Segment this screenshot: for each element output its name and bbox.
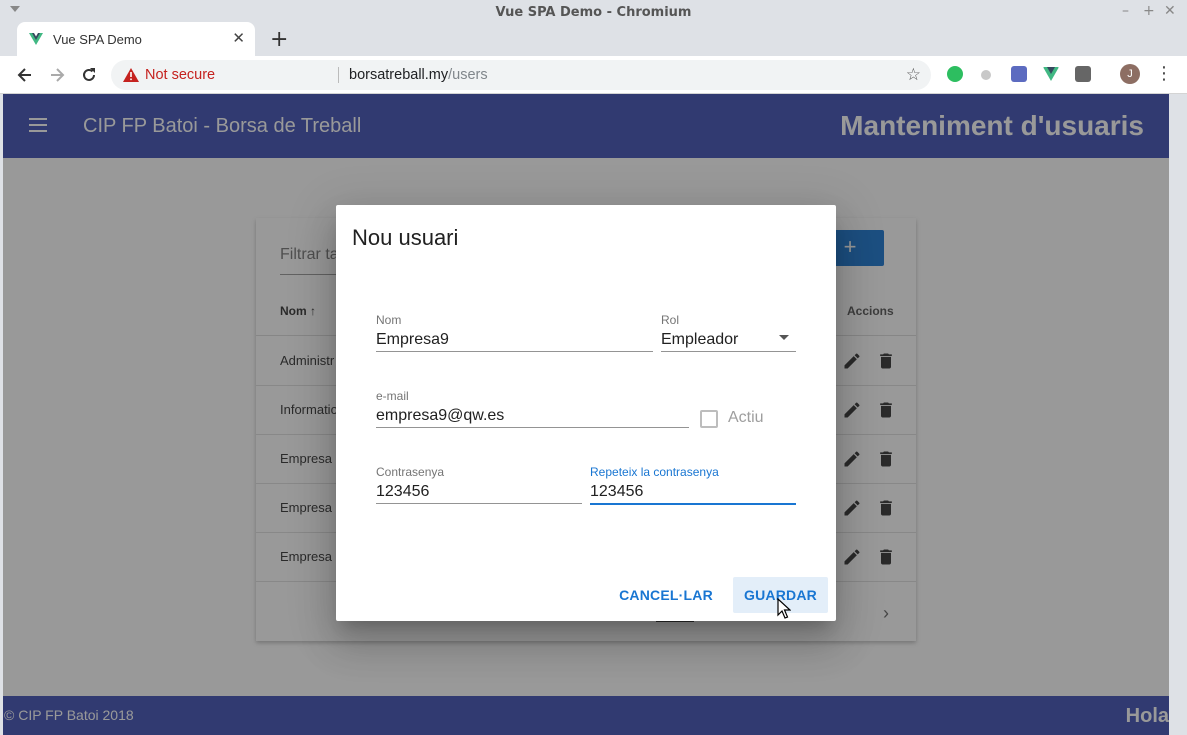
close-window-icon[interactable]: ✕ bbox=[1164, 3, 1176, 19]
extension-dot-icon[interactable] bbox=[981, 70, 991, 80]
new-user-dialog: Nou usuari Nom Rol e-mail Actiu Contrase… bbox=[336, 205, 836, 621]
cancel-button[interactable]: CANCEL·LAR bbox=[616, 577, 716, 613]
password-field[interactable]: Contrasenya bbox=[376, 465, 582, 505]
email-field[interactable]: e-mail bbox=[376, 389, 689, 429]
browser-tab[interactable]: Vue SPA Demo ✕ bbox=[17, 22, 255, 56]
actiu-checkbox[interactable]: Actiu bbox=[700, 408, 810, 432]
checkbox-box-icon[interactable] bbox=[700, 410, 718, 428]
maximize-icon[interactable]: + bbox=[1143, 3, 1155, 19]
forward-arrow-icon bbox=[51, 68, 65, 82]
browser-menu-icon[interactable]: ⋮ bbox=[1155, 63, 1173, 84]
window-titlebar: Vue SPA Demo - Chromium – + ✕ bbox=[0, 0, 1187, 24]
email-input[interactable] bbox=[376, 404, 689, 428]
rol-select[interactable]: Rol bbox=[661, 313, 796, 353]
chevron-down-icon[interactable] bbox=[779, 335, 789, 340]
back-button[interactable] bbox=[14, 64, 36, 86]
password-repeat-underline bbox=[590, 503, 796, 505]
extension-ghost-icon[interactable] bbox=[1075, 66, 1091, 82]
new-tab-button[interactable]: + bbox=[270, 27, 288, 52]
url-host: borsatreball.my bbox=[349, 67, 449, 83]
rol-underline bbox=[661, 351, 796, 352]
rol-value[interactable] bbox=[661, 328, 796, 352]
actiu-label[interactable]: Actiu bbox=[728, 409, 764, 427]
window-title: Vue SPA Demo - Chromium bbox=[495, 5, 692, 20]
evernote-extension-icon[interactable] bbox=[947, 66, 963, 82]
address-bar[interactable]: Not secure borsatreball.my/users ☆ bbox=[111, 60, 931, 90]
profile-avatar[interactable]: J bbox=[1120, 64, 1140, 84]
email-label: e-mail bbox=[376, 389, 409, 403]
password-repeat-label: Repeteix la contrasenya bbox=[590, 465, 719, 479]
dialog-title: Nou usuari bbox=[352, 225, 459, 250]
extension-r-icon[interactable] bbox=[1011, 66, 1027, 82]
nom-underline bbox=[376, 351, 653, 352]
nom-input[interactable] bbox=[376, 328, 653, 352]
url-path: /users bbox=[448, 67, 488, 83]
warning-icon bbox=[123, 68, 139, 82]
minimize-icon[interactable]: – bbox=[1122, 3, 1129, 19]
vue-devtools-icon[interactable] bbox=[1043, 66, 1059, 82]
password-input[interactable] bbox=[376, 480, 582, 504]
bookmark-star-icon[interactable]: ☆ bbox=[906, 65, 921, 85]
reload-button[interactable] bbox=[78, 64, 100, 86]
tab-title: Vue SPA Demo bbox=[53, 32, 142, 47]
nom-label: Nom bbox=[376, 313, 402, 327]
page-viewport: CIP FP Batoi - Borsa de Treball Mantenim… bbox=[3, 94, 1169, 735]
address-separator bbox=[338, 67, 339, 83]
password-underline bbox=[376, 503, 582, 504]
password-repeat-field[interactable]: Repeteix la contrasenya bbox=[590, 465, 796, 505]
url-text[interactable]: borsatreball.my/users bbox=[349, 67, 488, 83]
not-secure-label[interactable]: Not secure bbox=[145, 67, 215, 83]
back-arrow-icon bbox=[17, 68, 31, 82]
rol-label: Rol bbox=[661, 313, 680, 327]
browser-toolbar: Not secure borsatreball.my/users ☆ bbox=[0, 56, 1187, 94]
reload-icon bbox=[83, 68, 95, 81]
password-label: Contrasenya bbox=[376, 465, 445, 479]
forward-button[interactable] bbox=[46, 64, 68, 86]
email-underline bbox=[376, 427, 689, 428]
tab-close-icon[interactable]: ✕ bbox=[232, 29, 245, 47]
mouse-cursor-icon bbox=[777, 598, 791, 619]
vue-logo-icon bbox=[29, 33, 43, 45]
nom-field[interactable]: Nom bbox=[376, 313, 653, 353]
password-repeat-input[interactable] bbox=[590, 480, 796, 504]
